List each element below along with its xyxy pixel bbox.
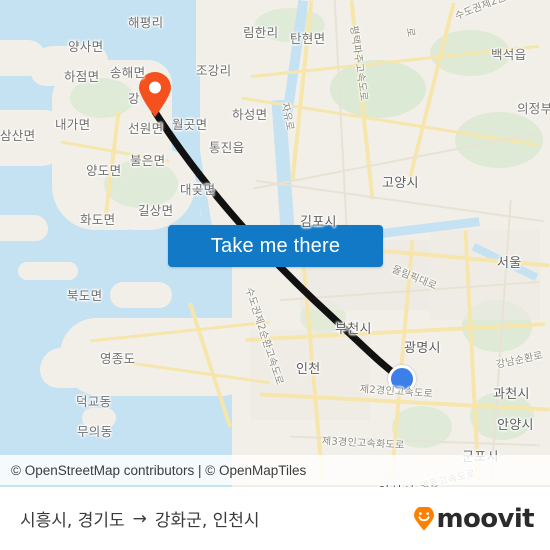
footer-bar: 시흥시, 경기도 → 강화군, 인천시 moovit [0,487,550,550]
map-place-label: 광명시 [404,341,441,356]
map-place-label: 과천시 [493,387,530,402]
map-place-label: 대곶면 [180,182,216,197]
moovit-logo[interactable]: moovit [413,503,535,534]
map-place-label: 하점면 [64,69,100,84]
map-canvas[interactable]: Take me there 해평리림한리 탄현면백석읍 양사면하점면 송해면 조강리의정… [0,0,550,487]
map-place-label: 내가면 [55,117,91,132]
destination-label: 강화군, 인천시 [154,511,260,531]
map-place-label: 삼산면 [0,128,36,143]
map-place-label: 불은면 [130,153,166,168]
moovit-route-card: Take me there 해평리림한리 탄현면백석읍 양사면하점면 송해면 조강리의정… [0,0,550,550]
take-me-there-label: Take me there [210,234,341,257]
attribution-text: © OpenStreetMap contributors | © OpenMap… [11,462,307,478]
map-place-label: 길상면 [138,203,174,218]
map-place-label: 양사면 [68,39,104,54]
map-place-label: 고양시 [382,176,419,191]
map-place-label: 의정부 [517,101,550,116]
map-place-label: 양도면 [86,163,122,178]
map-place-label: 탄현면 [290,31,326,46]
map-place-label: 김포시 [300,215,337,230]
map-place-label: 부천시 [335,322,372,337]
map-place-label: 해평리 [128,15,164,30]
map-attribution[interactable]: © OpenStreetMap contributors | © OpenMap… [0,455,550,485]
map-place-label: 선원면 [128,121,164,136]
moovit-wordmark: moovit [436,503,534,534]
map-place-label: 송해면 [110,65,146,80]
map-place-label: 무의동 [77,424,113,439]
map-place-label: 백석읍 [491,47,527,62]
map-place-label: 서울 [497,256,522,271]
map-place-label: 하성면 [232,107,268,122]
arrow-right-icon: → [132,508,147,529]
map-place-label: 림한리 [243,25,279,40]
map-place-label: 안양시 [497,418,534,433]
route-summary: 시흥시, 경기도 → 강화군, 인천시 [20,506,260,532]
map-place-label: 조강리 [196,63,232,78]
map-place-label: 화도면 [80,212,116,227]
map-place-label: 통진읍 [209,140,245,155]
map-place-label: 강 [128,91,140,106]
map-place-label: 영종도 [100,351,136,366]
map-place-label: 인천 [296,362,321,377]
moovit-pin-smile-icon [413,505,435,531]
take-me-there-button[interactable]: Take me there [168,225,383,267]
map-place-label: 북도면 [67,288,103,303]
origin-label: 시흥시, 경기도 [20,511,125,531]
map-place-label: 덕교동 [76,394,112,409]
map-place-label: 월곳면 [172,117,208,132]
